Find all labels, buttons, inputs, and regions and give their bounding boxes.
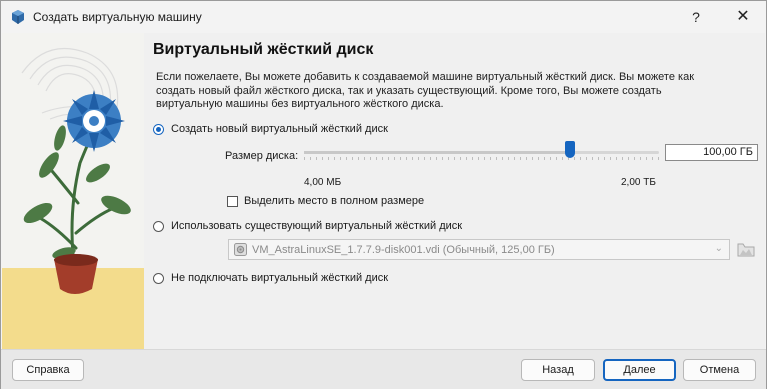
radio-label-create-new: Создать новый виртуальный жёсткий диск [171,123,388,135]
hard-disk-icon [234,243,247,256]
dialog-window: Создать виртуальную машину ? ✕ Виртуальн… [0,0,767,389]
title-bar: Создать виртуальную машину ? ✕ [1,1,766,33]
page-description: Если пожелаете, Вы можете добавить к соз… [156,71,695,110]
radio-indicator-use-existing[interactable] [153,220,164,232]
preallocate-checkbox[interactable] [227,195,238,207]
selected-disk-text: VM_AstraLinuxSE_1.7.7.9-disk001.vdi (Обы… [252,243,555,256]
existing-disk-select[interactable]: VM_AstraLinuxSE_1.7.7.9-disk001.vdi (Обы… [228,239,730,260]
radio-use-existing[interactable]: Использовать существующий виртуальный жё… [153,218,462,234]
close-button[interactable]: ✕ [720,1,766,33]
radio-indicator-no-disk[interactable] [153,272,164,284]
preallocate-checkbox-row[interactable]: Выделить место в полном размере [227,195,424,207]
radio-label-no-disk: Не подключать виртуальный жёсткий диск [171,272,389,284]
button-bar: Справка Назад Далее Отмена [1,349,766,389]
radio-no-disk[interactable]: Не подключать виртуальный жёсткий диск [153,270,388,286]
window-title: Создать виртуальную машину [33,10,202,24]
choose-disk-folder-icon[interactable] [737,241,755,259]
slider-ticks [304,157,659,160]
disk-size-input[interactable]: 100,00 ГБ [665,144,758,161]
slider-handle[interactable] [565,141,576,158]
page-title: Виртуальный жёсткий диск [153,41,374,58]
help-button[interactable]: Справка [12,359,84,381]
cancel-button[interactable]: Отмена [683,359,756,381]
wizard-illustration [2,33,144,349]
disk-size-slider[interactable] [304,151,659,154]
back-button[interactable]: Назад [521,359,595,381]
help-title-button[interactable]: ? [673,1,719,33]
radio-create-new[interactable]: Создать новый виртуальный жёсткий диск [153,121,388,137]
radio-label-use-existing: Использовать существующий виртуальный жё… [171,220,463,232]
disk-size-label: Размер диска: [225,150,299,162]
virtualbox-icon [12,10,24,24]
slider-max-label: 2,00 ТБ [621,177,656,188]
radio-indicator-create-new[interactable] [153,123,164,135]
slider-min-label: 4,00 МБ [304,177,342,188]
slider-fill [304,151,571,154]
preallocate-label: Выделить место в полном размере [244,195,425,207]
chevron-down-icon: ⌄ [714,243,723,254]
wizard-page: Виртуальный жёсткий диск Если пожелаете,… [2,33,765,349]
next-button[interactable]: Далее [603,359,676,381]
